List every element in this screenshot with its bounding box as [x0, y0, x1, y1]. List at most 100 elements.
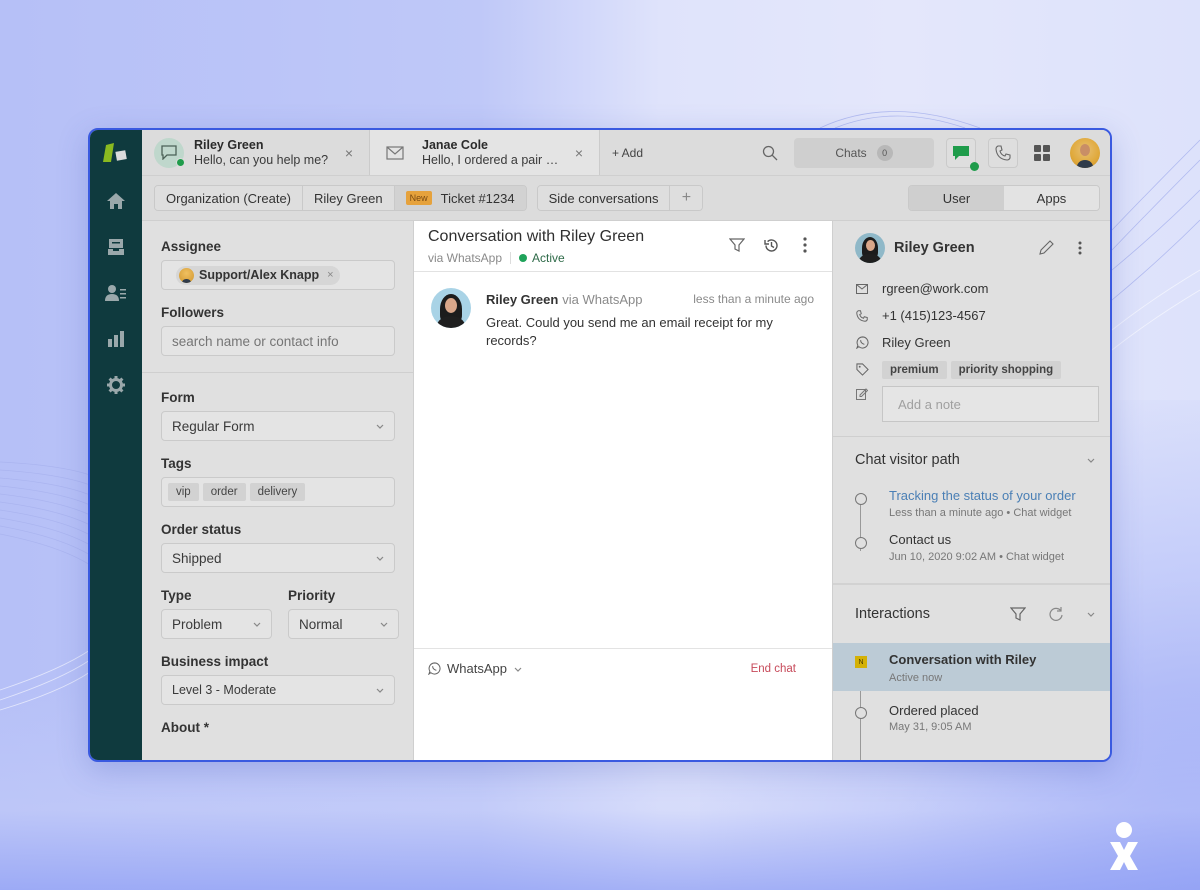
user-more-button[interactable]	[1078, 241, 1082, 255]
collapse-interactions-button[interactable]	[1086, 609, 1096, 619]
user-whatsapp: Riley Green	[882, 335, 951, 350]
breadcrumb-organization[interactable]: Organization (Create)	[155, 186, 303, 210]
whatsapp-icon	[855, 336, 868, 349]
add-tab-button[interactable]: + Add	[600, 130, 655, 175]
search-button[interactable]	[746, 130, 794, 175]
followers-input[interactable]	[161, 326, 395, 356]
history-icon	[763, 238, 778, 252]
priority-value: Normal	[299, 616, 343, 632]
user-context-panel: Riley Green rgreen@work.com +1 (415)123-…	[832, 221, 1110, 760]
user-tag[interactable]: priority shopping	[950, 360, 1062, 379]
visitor-path-item[interactable]: Contact us Jun 10, 2020 9:02 AM • Chat w…	[855, 527, 1110, 567]
chats-button[interactable]: Chats 0	[794, 137, 934, 168]
nav-rail	[90, 130, 142, 760]
add-side-conversation-button[interactable]: +	[670, 186, 703, 210]
conversation-tab-janae[interactable]: Janae Cole Hello, I ordered a pair o... …	[370, 130, 600, 175]
interaction-item[interactable]: Ordered placed May 31, 9:05 AM	[833, 691, 1110, 740]
message-timestamp: less than a minute ago	[693, 292, 814, 306]
mail-icon	[386, 145, 404, 160]
form-select[interactable]: Regular Form	[161, 411, 395, 441]
visitor-path-page: Contact us	[889, 532, 952, 547]
chevron-down-icon	[376, 688, 384, 693]
conversation-tab-riley[interactable]: Riley Green Hello, can you help me? ×	[142, 130, 370, 175]
remove-assignee-button[interactable]: ×	[327, 269, 333, 281]
chevron-down-icon	[514, 667, 522, 672]
add-note-input[interactable]: Add a note	[882, 386, 1099, 422]
nav-admin[interactable]	[105, 374, 127, 396]
business-impact-select[interactable]: Level 3 - Moderate	[161, 675, 395, 705]
chats-label: Chats	[835, 145, 867, 160]
visitor-path-header[interactable]: Chat visitor path	[833, 437, 1110, 483]
channel-select[interactable]: WhatsApp	[428, 661, 523, 676]
tab-apps[interactable]: Apps	[1004, 186, 1099, 210]
tab-user[interactable]: User	[909, 186, 1004, 210]
message-composer[interactable]: WhatsApp End chat	[414, 648, 832, 760]
divider	[510, 252, 512, 264]
more-vertical-icon	[1078, 241, 1082, 255]
edit-user-button[interactable]	[1038, 240, 1054, 256]
apps-grid-icon[interactable]	[1034, 144, 1050, 161]
user-phone-row: +1 (415)123-4567	[833, 302, 1110, 329]
more-options-button[interactable]	[796, 236, 814, 254]
visitor-path-page-link[interactable]: Tracking the status of your order	[889, 488, 1076, 503]
conversation-header: Conversation with Riley Green via WhatsA…	[414, 221, 832, 272]
type-value: Problem	[172, 616, 223, 632]
messaging-status-button[interactable]	[946, 137, 979, 171]
user-phone[interactable]: +1 (415)123-4567	[882, 308, 986, 323]
brand-logo	[1110, 822, 1138, 870]
side-conversations-button[interactable]: Side conversations	[537, 186, 671, 210]
product-logo[interactable]	[103, 142, 129, 166]
customer-avatar	[431, 288, 471, 328]
online-status-dot	[970, 161, 979, 171]
nav-home[interactable]	[105, 190, 127, 212]
filter-icon	[1010, 607, 1026, 621]
history-button[interactable]	[762, 236, 780, 254]
user-email[interactable]: rgreen@work.com	[882, 281, 988, 296]
filter-interactions-button[interactable]	[1010, 606, 1026, 622]
priority-select[interactable]: Normal	[288, 609, 399, 639]
phone-icon	[995, 144, 1011, 161]
nav-views[interactable]	[105, 236, 127, 258]
interaction-item[interactable]: N Conversation with Riley Active now	[833, 643, 1110, 691]
interactions-header: Interactions	[833, 585, 1110, 643]
tag-chip[interactable]: vip	[168, 483, 199, 501]
visitor-path-item[interactable]: Tracking the status of your order Less t…	[855, 483, 1110, 523]
new-interaction-badge: N	[855, 656, 867, 668]
filter-button[interactable]	[728, 236, 746, 254]
user-note-row: Add a note	[833, 383, 1110, 422]
chevron-down-icon	[376, 556, 384, 561]
user-tags-row: premium priority shopping	[833, 356, 1110, 383]
tag-chip[interactable]: order	[202, 483, 246, 501]
end-chat-button[interactable]: End chat	[751, 663, 796, 675]
agent-avatar[interactable]	[1070, 137, 1100, 168]
chevron-down-icon	[253, 622, 261, 627]
assignee-field[interactable]: Support/Alex Knapp ×	[161, 260, 395, 290]
tab-preview: Hello, can you help me?	[194, 152, 329, 167]
search-icon	[762, 145, 778, 160]
phone-button[interactable]	[988, 137, 1018, 168]
breadcrumb-user[interactable]: Riley Green	[303, 186, 395, 210]
online-status-dot	[176, 157, 185, 167]
close-tab-button[interactable]: ×	[341, 145, 357, 161]
tab-preview: Hello, I ordered a pair o...	[422, 152, 561, 167]
top-bar: Riley Green Hello, can you help me? × Ja…	[142, 130, 1110, 176]
order-status-select[interactable]: Shipped	[161, 543, 395, 573]
visitor-path-timeline: Tracking the status of your order Less t…	[833, 483, 1110, 567]
tags-input[interactable]: vip order delivery	[161, 477, 395, 507]
form-label: Form	[161, 390, 195, 405]
message-author: Riley Green	[486, 292, 559, 307]
nav-customers[interactable]	[105, 282, 127, 304]
form-value: Regular Form	[172, 418, 255, 434]
close-tab-button[interactable]: ×	[571, 145, 587, 161]
tab-contact-name: Riley Green	[194, 137, 264, 152]
collapse-visitor-path-button[interactable]	[1086, 455, 1096, 465]
app-window: Riley Green Hello, can you help me? × Ja…	[88, 128, 1112, 762]
type-select[interactable]: Problem	[161, 609, 272, 639]
bar-chart-icon	[108, 331, 124, 347]
nav-reporting[interactable]	[105, 328, 127, 350]
refresh-interactions-button[interactable]	[1048, 606, 1064, 622]
breadcrumb-ticket[interactable]: New Ticket #1234	[394, 186, 526, 210]
tag-chip[interactable]: delivery	[249, 483, 306, 501]
gear-icon	[107, 376, 125, 394]
user-tag[interactable]: premium	[882, 360, 947, 379]
